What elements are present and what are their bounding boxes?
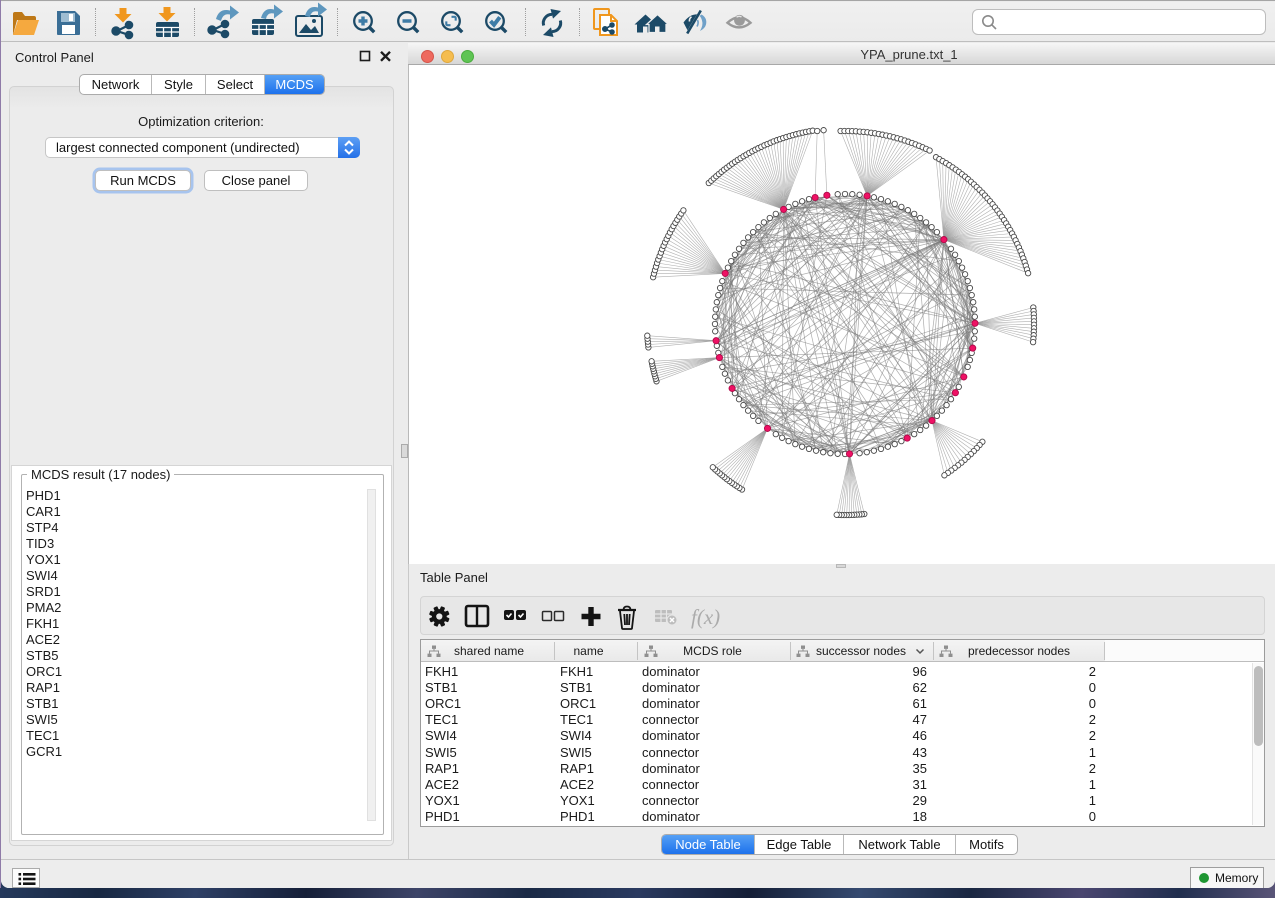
svg-text:f(x): f(x) bbox=[691, 605, 720, 629]
